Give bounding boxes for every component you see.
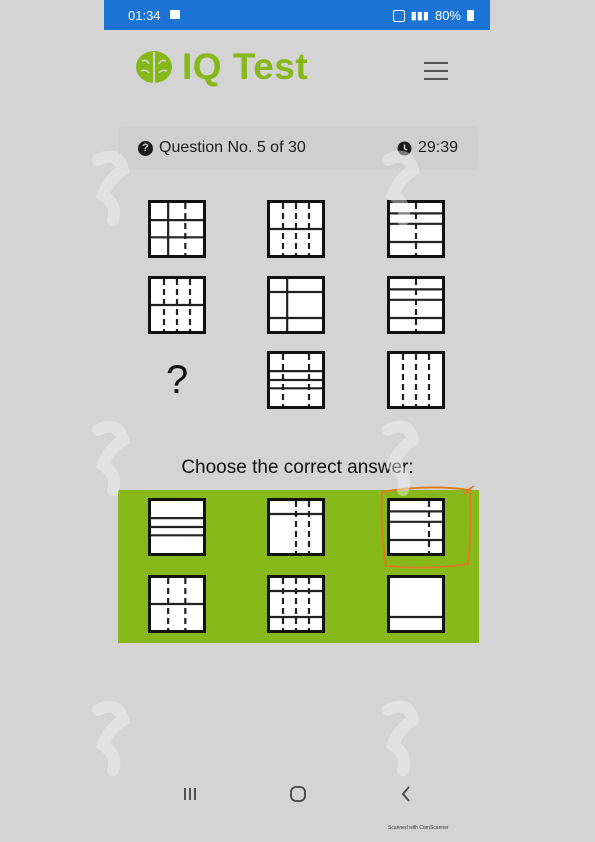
question-circle-icon: ? [138, 140, 153, 156]
pattern-lines [151, 279, 203, 331]
puzzle-cell [267, 351, 325, 409]
lock-icon [392, 9, 405, 22]
puzzle-cell [387, 351, 445, 409]
answer-option[interactable] [148, 575, 206, 633]
pattern-lines [390, 501, 442, 553]
pattern-lines [270, 203, 322, 255]
system-nav-bar [104, 770, 490, 820]
timer: 29:39 [397, 139, 458, 157]
puzzle-cell [387, 276, 445, 334]
question-label: Question No. 5 of 30 [159, 139, 306, 156]
battery-percent: 80% [434, 8, 461, 23]
status-icons: ▮▮▮ 80% [392, 8, 474, 23]
puzzle-cell [148, 276, 206, 334]
puzzle-cell [148, 200, 206, 258]
pattern-lines [151, 203, 203, 255]
brain-icon [136, 51, 172, 84]
pattern-lines [390, 354, 442, 406]
gallery-notification-icon [170, 10, 180, 19]
watermark-logo [382, 700, 420, 776]
back-icon[interactable] [394, 782, 418, 806]
status-bar: 01:34 ▮▮▮ 80% [104, 0, 490, 30]
answer-option[interactable] [148, 498, 206, 556]
answer-option[interactable] [267, 575, 325, 633]
status-time: 01:34 [128, 8, 161, 23]
hamburger-menu-icon[interactable] [424, 62, 448, 86]
question-bar: ? Question No. 5 of 30 29:39 [118, 126, 478, 170]
pattern-lines [390, 203, 442, 255]
missing-cell-marker: ? [166, 358, 189, 402]
pattern-lines [390, 578, 442, 630]
pattern-lines [390, 279, 442, 331]
home-icon[interactable] [286, 782, 310, 806]
pattern-lines [270, 501, 322, 553]
watermark-logo [92, 700, 130, 776]
recents-icon[interactable] [178, 782, 202, 806]
pattern-lines [270, 279, 322, 331]
puzzle-cell [267, 276, 325, 334]
app-logo[interactable]: IQ Test [134, 46, 308, 88]
clock-icon [397, 141, 412, 155]
pattern-lines [151, 578, 203, 630]
signal-icon: ▮▮▮ [410, 10, 429, 22]
pattern-lines [151, 501, 203, 553]
timer-value: 29:39 [417, 139, 458, 156]
pattern-lines [270, 354, 322, 406]
puzzle-cell [267, 200, 325, 258]
question-counter: ? Question No. 5 of 30 [138, 139, 306, 157]
app-title: IQ Test [182, 46, 309, 87]
battery-icon [467, 10, 474, 21]
answer-option[interactable] [387, 498, 445, 556]
puzzle-cell [387, 200, 445, 258]
scanner-note: Scanned with CamScanner [388, 825, 449, 831]
answer-option[interactable] [387, 575, 445, 633]
answer-prompt: Choose the correct answer: [181, 457, 414, 478]
pattern-lines [270, 578, 322, 630]
answer-option[interactable] [267, 498, 325, 556]
